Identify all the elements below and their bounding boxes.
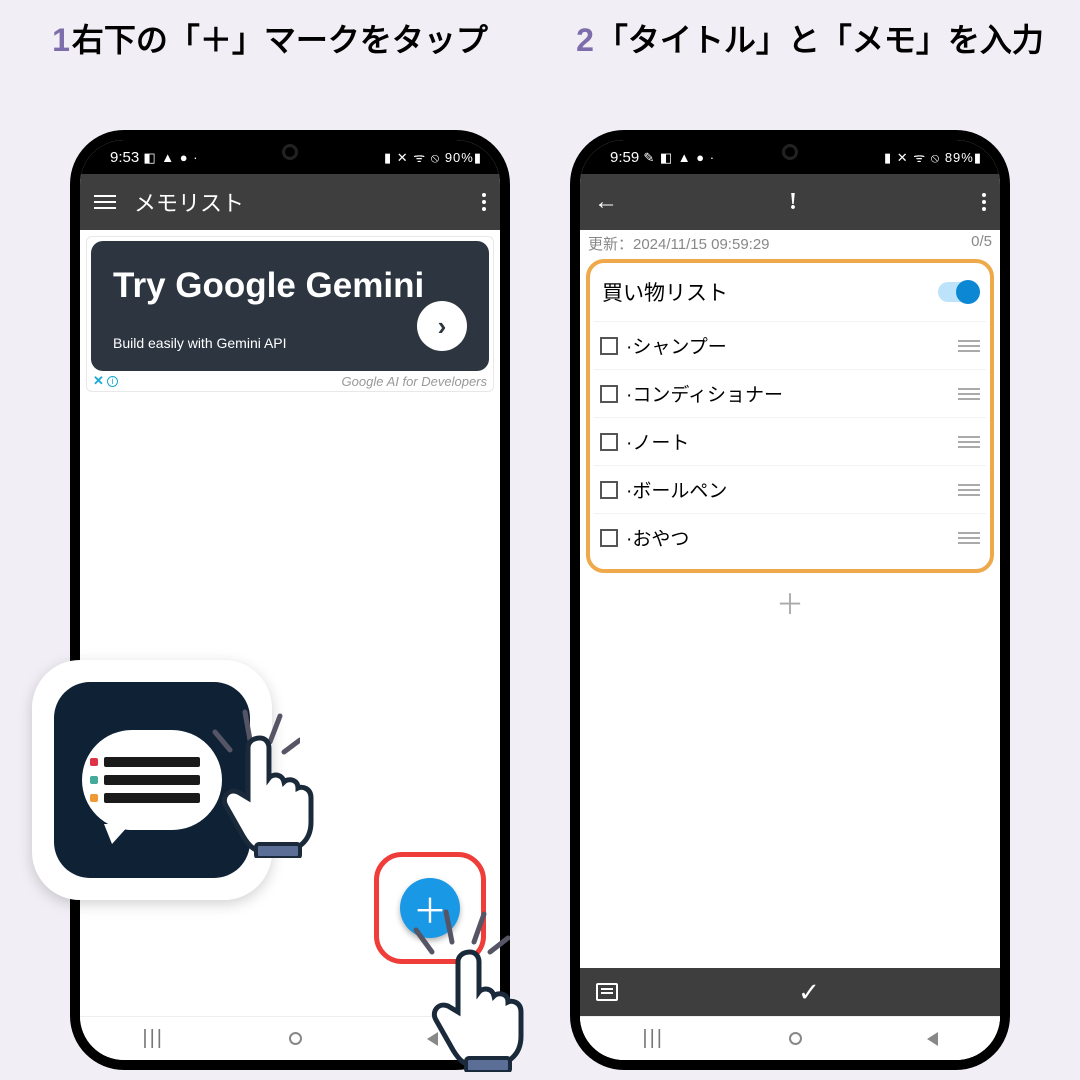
drag-handle-icon[interactable]	[958, 481, 980, 499]
ad-title: Try Google Gemini	[113, 265, 467, 307]
list-item-label[interactable]: ·シャンプー	[626, 332, 727, 359]
overflow-menu-icon[interactable]	[482, 193, 486, 211]
list-item-label[interactable]: ·ノート	[626, 428, 689, 455]
drag-handle-icon[interactable]	[958, 337, 980, 355]
status-right-icons: ▮ ✕ ᯤ ⦸ 90%▮	[384, 148, 482, 166]
step1-number: 1	[52, 22, 70, 58]
status-time: 9:53	[110, 149, 139, 166]
checkbox-icon[interactable]	[600, 337, 618, 355]
tap-spark-icon	[210, 700, 300, 770]
confirm-check-icon[interactable]: ✓	[798, 977, 820, 1008]
list-item[interactable]: ·ノート	[594, 417, 986, 465]
count-indicator: 0/5	[971, 233, 992, 254]
memo-highlight-card: 買い物リスト ·シャンプー ·コンディショナー ·ノート ·ボールペン ·おやつ	[586, 259, 994, 573]
tap-spark-icon	[410, 900, 510, 970]
android-nav-bar: |||	[80, 1016, 500, 1060]
nav-home-icon[interactable]	[289, 1032, 302, 1045]
ad-close-icon[interactable]: ✕	[93, 373, 104, 389]
memo-title-input[interactable]: 買い物リスト	[602, 277, 728, 307]
list-item-label[interactable]: ·おやつ	[626, 524, 689, 551]
alert-icon[interactable]: !	[789, 189, 797, 216]
list-item[interactable]: ·おやつ	[594, 513, 986, 561]
list-item-label[interactable]: ·ボールペン	[626, 476, 727, 503]
checkbox-icon[interactable]	[600, 529, 618, 547]
nav-back-icon[interactable]	[427, 1032, 438, 1046]
app-icon-bubble	[82, 730, 222, 830]
updated-time: 更新：2024/11/15 09:59:29	[588, 233, 770, 254]
app-icon	[32, 660, 272, 900]
drag-handle-icon[interactable]	[958, 385, 980, 403]
status-right-icons: ▮ ✕ ᯤ ⦸ 89%▮	[884, 148, 982, 166]
checkbox-icon[interactable]	[600, 433, 618, 451]
nav-back-icon[interactable]	[927, 1032, 938, 1046]
list-item[interactable]: ·シャンプー	[594, 321, 986, 369]
list-item[interactable]: ·ボールペン	[594, 465, 986, 513]
appbar-title: メモリスト	[134, 186, 244, 218]
ad-footer-text: Google AI for Developers	[342, 374, 487, 389]
toggle-switch[interactable]	[938, 282, 978, 302]
hamburger-icon[interactable]	[94, 191, 116, 213]
nav-recent-icon[interactable]: |||	[642, 1027, 664, 1050]
drag-handle-icon[interactable]	[958, 433, 980, 451]
list-item-label[interactable]: ·コンディショナー	[626, 380, 783, 407]
note-icon[interactable]	[596, 983, 618, 1001]
nav-recent-icon[interactable]: |||	[142, 1027, 164, 1050]
back-icon[interactable]: ←	[594, 188, 618, 216]
camera-hole	[282, 144, 298, 160]
list-item[interactable]: ·コンディショナー	[594, 369, 986, 417]
nav-home-icon[interactable]	[789, 1032, 802, 1045]
checkbox-icon[interactable]	[600, 385, 618, 403]
step1-text: 右下の「＋」マークをタップ	[72, 22, 488, 58]
app-bar: ← !	[580, 174, 1000, 230]
status-time: 9:59	[610, 149, 639, 166]
bottom-action-bar: ✓	[580, 968, 1000, 1016]
ad-card[interactable]: Try Google Gemini Build easily with Gemi…	[86, 236, 494, 392]
status-left-icons: ◧ ▲ ● ·	[143, 150, 198, 165]
phone-right: 9:59 ✎ ◧ ▲ ● · ▮ ✕ ᯤ ⦸ 89%▮ ← ! 更新：2024/…	[570, 130, 1010, 1070]
checkbox-icon[interactable]	[600, 481, 618, 499]
drag-handle-icon[interactable]	[958, 529, 980, 547]
meta-bar: 更新：2024/11/15 09:59:29 0/5	[580, 230, 1000, 257]
ad-info-icon[interactable]: i	[107, 376, 118, 387]
ad-arrow-icon[interactable]: ›	[417, 301, 467, 351]
instruction-heading: 1右下の「＋」マークをタップ 2「タイトル」と「メモ」を入力	[0, 18, 1080, 63]
ad-subtitle: Build easily with Gemini API	[113, 335, 467, 351]
add-item-button[interactable]: ＋	[580, 575, 1000, 631]
step2-text: 「タイトル」と「メモ」を入力	[596, 22, 1044, 58]
step2-number: 2	[576, 22, 594, 58]
camera-hole	[782, 144, 798, 160]
overflow-menu-icon[interactable]	[982, 193, 986, 211]
status-left-icons: ✎ ◧ ▲ ● ·	[643, 150, 715, 165]
app-bar: メモリスト	[80, 174, 500, 230]
android-nav-bar: |||	[580, 1016, 1000, 1060]
